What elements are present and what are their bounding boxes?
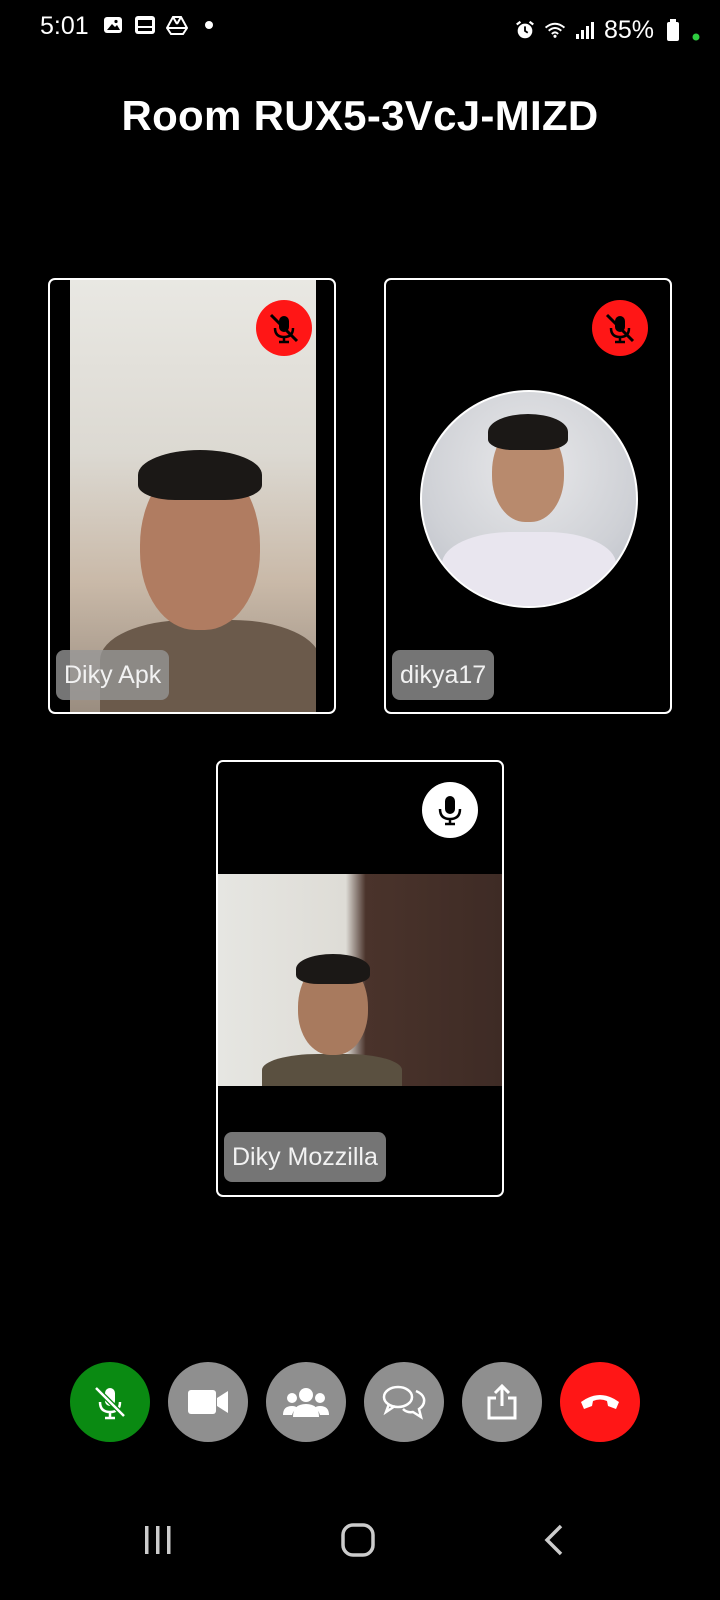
mic-active-indicator: [422, 782, 478, 838]
status-notification-icons: [102, 14, 220, 36]
end-call-button[interactable]: [560, 1362, 640, 1442]
participant-tile[interactable]: Diky Apk: [48, 278, 336, 714]
home-icon: [341, 1523, 375, 1557]
participants-button[interactable]: [266, 1362, 346, 1442]
back-icon: [544, 1524, 563, 1556]
room-title: Room RUX5-3VcJ-MIZD: [121, 92, 599, 139]
wifi-icon: [544, 19, 566, 41]
back-button[interactable]: [524, 1510, 584, 1570]
mic-off-icon: [605, 313, 635, 344]
hang-up-icon: [581, 1395, 619, 1409]
mic-toggle-button[interactable]: [70, 1362, 150, 1442]
status-bar: 5:01 85%: [0, 0, 720, 52]
dot-icon: [198, 14, 220, 36]
alarm-icon: [514, 19, 536, 41]
system-nav-bar: [0, 1510, 720, 1600]
participant-name: dikya17: [392, 650, 495, 700]
camera-toggle-button[interactable]: [168, 1362, 248, 1442]
share-button[interactable]: [462, 1362, 542, 1442]
participant-avatar: [420, 390, 638, 608]
mic-off-icon: [94, 1386, 126, 1420]
recent-apps-icon: [145, 1526, 171, 1554]
mic-icon: [438, 796, 462, 826]
recent-apps-button[interactable]: [128, 1510, 188, 1570]
signal-icon: [574, 19, 596, 41]
chat-icon: [382, 1385, 426, 1420]
participant-name: Diky Apk: [56, 650, 170, 700]
video-camera-icon: [188, 1390, 228, 1414]
drive-icon: [166, 14, 188, 36]
participant-tile[interactable]: dikya17: [384, 278, 672, 714]
green-dot-icon: [692, 26, 700, 48]
battery-icon: [662, 19, 684, 41]
people-icon: [283, 1388, 329, 1417]
status-system-icons: 85%: [514, 12, 700, 48]
share-icon: [487, 1383, 517, 1420]
person-image: [262, 954, 402, 1086]
participant-name: Diky Mozzilla: [224, 1132, 386, 1182]
app-icon: [134, 14, 156, 36]
call-controls: [70, 1362, 650, 1442]
battery-percentage: 85%: [603, 15, 654, 44]
participant-video: [218, 874, 502, 1086]
mic-muted-indicator: [256, 300, 312, 356]
home-button[interactable]: [328, 1510, 388, 1570]
participant-tile[interactable]: Diky Mozzilla: [216, 760, 504, 1197]
chat-button[interactable]: [364, 1362, 444, 1442]
status-time: 5:01: [40, 12, 89, 40]
mic-off-icon: [269, 313, 299, 344]
image-icon: [102, 14, 124, 36]
mic-muted-indicator: [592, 300, 648, 356]
